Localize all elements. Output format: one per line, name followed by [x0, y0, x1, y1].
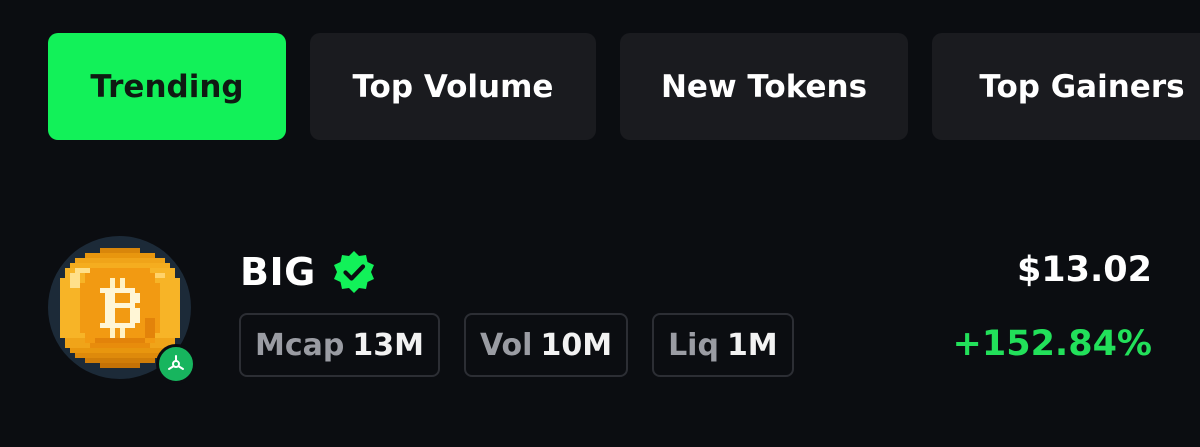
token-avatar [48, 236, 196, 384]
stat-liq-value: 1M [726, 327, 778, 363]
tab-top-volume[interactable]: Top Volume [310, 33, 596, 140]
filter-tabs: Trending Top Volume New Tokens Top Gaine… [48, 33, 1200, 140]
stat-liq-label: Liq [668, 327, 719, 363]
stat-mcap-label: Mcap [255, 327, 345, 363]
chain-logo-icon [168, 355, 184, 370]
stat-vol: Vol 10M [463, 313, 629, 377]
chain-badge-icon [156, 344, 196, 384]
token-price: $13.02 [1016, 250, 1152, 290]
stat-vol-label: Vol [479, 327, 533, 363]
token-stats: Mcap 13M Vol 10M Liq 1M [239, 313, 794, 377]
token-price-change: +152.84% [952, 324, 1152, 364]
verified-badge-icon [333, 251, 374, 293]
token-row[interactable]: BIG Mcap 13M Vol 10M Liq 1M $13.02 +152.… [48, 236, 1152, 386]
token-symbol: BIG [240, 250, 316, 294]
stat-mcap-value: 13M [352, 327, 424, 363]
page: Trending Top Volume New Tokens Top Gaine… [0, 0, 1200, 447]
tab-top-gainers[interactable]: Top Gainers [932, 33, 1200, 140]
token-name-line: BIG [240, 248, 378, 296]
stat-liq: Liq 1M [652, 313, 794, 377]
tab-trending[interactable]: Trending [48, 33, 286, 140]
stat-mcap: Mcap 13M [239, 313, 440, 377]
tab-new-tokens[interactable]: New Tokens [620, 33, 908, 140]
stat-vol-value: 10M [540, 327, 613, 363]
